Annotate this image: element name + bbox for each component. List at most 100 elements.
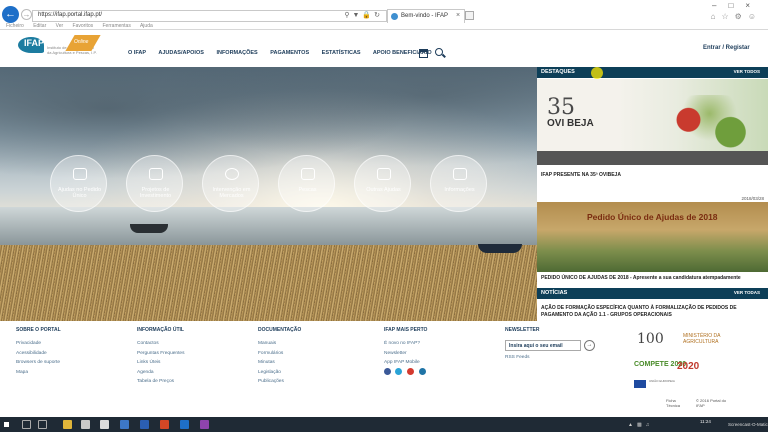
file-explorer-icon[interactable] xyxy=(63,420,72,429)
task-view-icon[interactable] xyxy=(38,420,47,429)
footer-link[interactable]: Agenda xyxy=(137,368,184,378)
rss-feeds-link[interactable]: RSS Feeds xyxy=(505,355,530,360)
footer-link[interactable]: App IFAP Mobile xyxy=(384,358,427,368)
back-icon[interactable]: ← xyxy=(2,6,19,23)
nav-o-ifap[interactable]: O IFAP xyxy=(128,50,146,56)
menu-ajuda[interactable]: Ajuda xyxy=(140,23,153,29)
footer-newsletter: NEWSLETTER xyxy=(505,327,539,339)
footer-link[interactable]: Mapa xyxy=(16,368,61,378)
hero-link-label: Pescas xyxy=(298,187,317,193)
twitter-icon[interactable] xyxy=(395,368,402,375)
calendar-icon[interactable] xyxy=(419,49,428,58)
facebook-icon[interactable] xyxy=(384,368,391,375)
destaque-item-date: 2018/03/28 xyxy=(741,196,764,201)
hero-wheat xyxy=(0,245,537,321)
footer-link[interactable]: Privacidade xyxy=(16,339,61,349)
menu-ficheiro[interactable]: Ficheiro xyxy=(6,23,24,29)
word-icon[interactable] xyxy=(140,420,149,429)
ovibeja-number: 35 xyxy=(547,95,575,120)
footer-link[interactable]: Acessibilidade xyxy=(16,349,61,359)
fruit-illustration xyxy=(657,95,762,157)
taskbar-clock[interactable]: 11:24 xyxy=(700,419,711,424)
menu-ver[interactable]: Ver xyxy=(56,23,64,29)
destaque-item-title[interactable]: PEDIDO ÚNICO DE AJUDAS DE 2018 - Apresen… xyxy=(541,275,741,281)
footer-link[interactable]: É novo no IFAP? xyxy=(384,339,427,349)
newsletter-email-input[interactable]: Insira aqui o seu email xyxy=(505,340,581,351)
edge-icon[interactable] xyxy=(120,420,129,429)
hero-link-label: Intervenção em Mercados xyxy=(212,187,251,199)
address-url: https://ifap.portal.ifap.pt/ xyxy=(38,12,103,18)
menu-ferramentas[interactable]: Ferramentas xyxy=(103,23,131,29)
newsletter-submit-button[interactable]: → xyxy=(584,340,595,351)
search-icon[interactable] xyxy=(435,48,443,56)
nav-pagamentos[interactable]: PAGAMENTOS xyxy=(270,50,309,56)
app-icon[interactable] xyxy=(81,420,90,429)
portugal-2020-logo: 2020 xyxy=(677,361,700,372)
windows-start-icon[interactable] xyxy=(3,421,10,428)
hero-link-projetos[interactable]: Projetos de Investimento xyxy=(126,155,183,212)
screen-recorder-icon[interactable] xyxy=(200,420,209,429)
footer-link[interactable]: Legislação xyxy=(258,368,301,378)
footer-link[interactable]: Browsers de suporte xyxy=(16,358,61,368)
logo-band-text: Online xyxy=(74,39,89,45)
fish-icon xyxy=(301,168,315,180)
mail-icon[interactable] xyxy=(100,420,109,429)
windows-taskbar: ▲▩♫ 11:24 Screencast-O-Matic xyxy=(0,417,768,432)
destaques-view-all[interactable]: VER TODOS xyxy=(734,69,760,74)
address-bar[interactable]: https://ifap.portal.ifap.pt/ ⚲▼🔒↻ xyxy=(32,10,387,22)
footer-link[interactable]: Manuais xyxy=(258,339,301,349)
recorder-watermark: Screencast-O-Matic xyxy=(728,422,768,427)
footer-link[interactable]: Newsletter xyxy=(384,349,427,359)
browser-tab[interactable]: Bem-vindo - IFAP × xyxy=(387,9,465,23)
system-tray-icons[interactable]: ▲▩♫ xyxy=(628,422,653,428)
ficha-tecnica-link[interactable]: Ficha Técnica xyxy=(666,398,684,408)
search-icon[interactable] xyxy=(22,420,31,429)
footer-link[interactable]: Perguntas Frequentes xyxy=(137,349,184,359)
browser-toolbar-icons[interactable]: ⌂☆⚙☺ xyxy=(711,12,762,21)
footer-link[interactable]: Links Úteis xyxy=(137,358,184,368)
login-link[interactable]: Entrar / Registar xyxy=(703,45,750,51)
footer-info: INFORMAÇÃO ÚTIL Contactos Perguntas Freq… xyxy=(137,327,184,387)
menu-editar[interactable]: Editar xyxy=(33,23,46,29)
hero-link-label: Ajudas no Pedido Único xyxy=(57,187,102,199)
destaque-item-title[interactable]: IFAP PRESENTE NA 35ª OVIBEJA xyxy=(541,172,621,178)
hero-link-label: Outras Ajudas xyxy=(366,187,401,193)
nav-ajudas-apoios[interactable]: AJUDAS/APOIOS xyxy=(158,50,204,56)
nav-informacoes[interactable]: INFORMAÇÕES xyxy=(216,50,257,56)
hero-link-pescas[interactable]: Pescas xyxy=(278,155,335,212)
powerpoint-icon[interactable] xyxy=(160,420,169,429)
forward-icon[interactable]: → xyxy=(21,9,32,20)
menu-favoritos[interactable]: Favoritos xyxy=(73,23,94,29)
ovibeja-word: OVI BEJA xyxy=(547,118,594,129)
ovibeja-image[interactable]: 35 OVI BEJA xyxy=(537,79,768,157)
hero-link-mercados[interactable]: Intervenção em Mercados xyxy=(202,155,259,212)
footer-link[interactable]: Formulários xyxy=(258,349,301,359)
noticias-view-all[interactable]: VER TODAS xyxy=(734,290,760,295)
eu-label: UNIÃO EUROPEIA xyxy=(649,379,675,383)
document-icon xyxy=(73,168,87,180)
footer-link[interactable]: Tabela de Preços xyxy=(137,377,184,387)
address-bar-icons[interactable]: ⚲▼🔒↻ xyxy=(344,11,383,19)
footer-link[interactable]: Contactos xyxy=(137,339,184,349)
logo-100-anos: 100 xyxy=(637,331,664,347)
footer-link[interactable]: Minutas xyxy=(258,358,301,368)
ministerio-agricultura-logo: MINISTÉRIO DA AGRICULTURA xyxy=(683,333,721,345)
internet-explorer-icon[interactable] xyxy=(180,420,189,429)
main-nav: O IFAP AJUDAS/APOIOS INFORMAÇÕES PAGAMEN… xyxy=(128,50,443,56)
noticia-item-title[interactable]: AÇÃO DE FORMAÇÃO ESPECÍFICA QUANTO À FOR… xyxy=(541,305,741,319)
hero-link-label: Projetos de Investimento xyxy=(139,187,172,199)
new-tab-button[interactable] xyxy=(465,11,474,20)
hero-link-outras-ajudas[interactable]: Outras Ajudas xyxy=(354,155,411,212)
folder-icon xyxy=(149,168,163,180)
window-controls[interactable]: –□× xyxy=(712,1,762,10)
hero-link-pedido-unico[interactable]: Ajudas no Pedido Único xyxy=(50,155,107,212)
youtube-icon[interactable] xyxy=(407,368,414,375)
noticias-header: NOTÍCIAS VER TODAS xyxy=(537,288,768,299)
logo-text[interactable]: IFAP xyxy=(24,38,44,48)
tab-close-icon[interactable]: × xyxy=(456,12,460,19)
destaques-header: DESTAQUES VER TODOS xyxy=(537,67,768,78)
footer-link[interactable]: Publicações xyxy=(258,377,301,387)
hero-link-informacoes[interactable]: Informações xyxy=(430,155,487,212)
nav-estatisticas[interactable]: ESTATÍSTICAS xyxy=(322,50,361,56)
linkedin-icon[interactable] xyxy=(419,368,426,375)
